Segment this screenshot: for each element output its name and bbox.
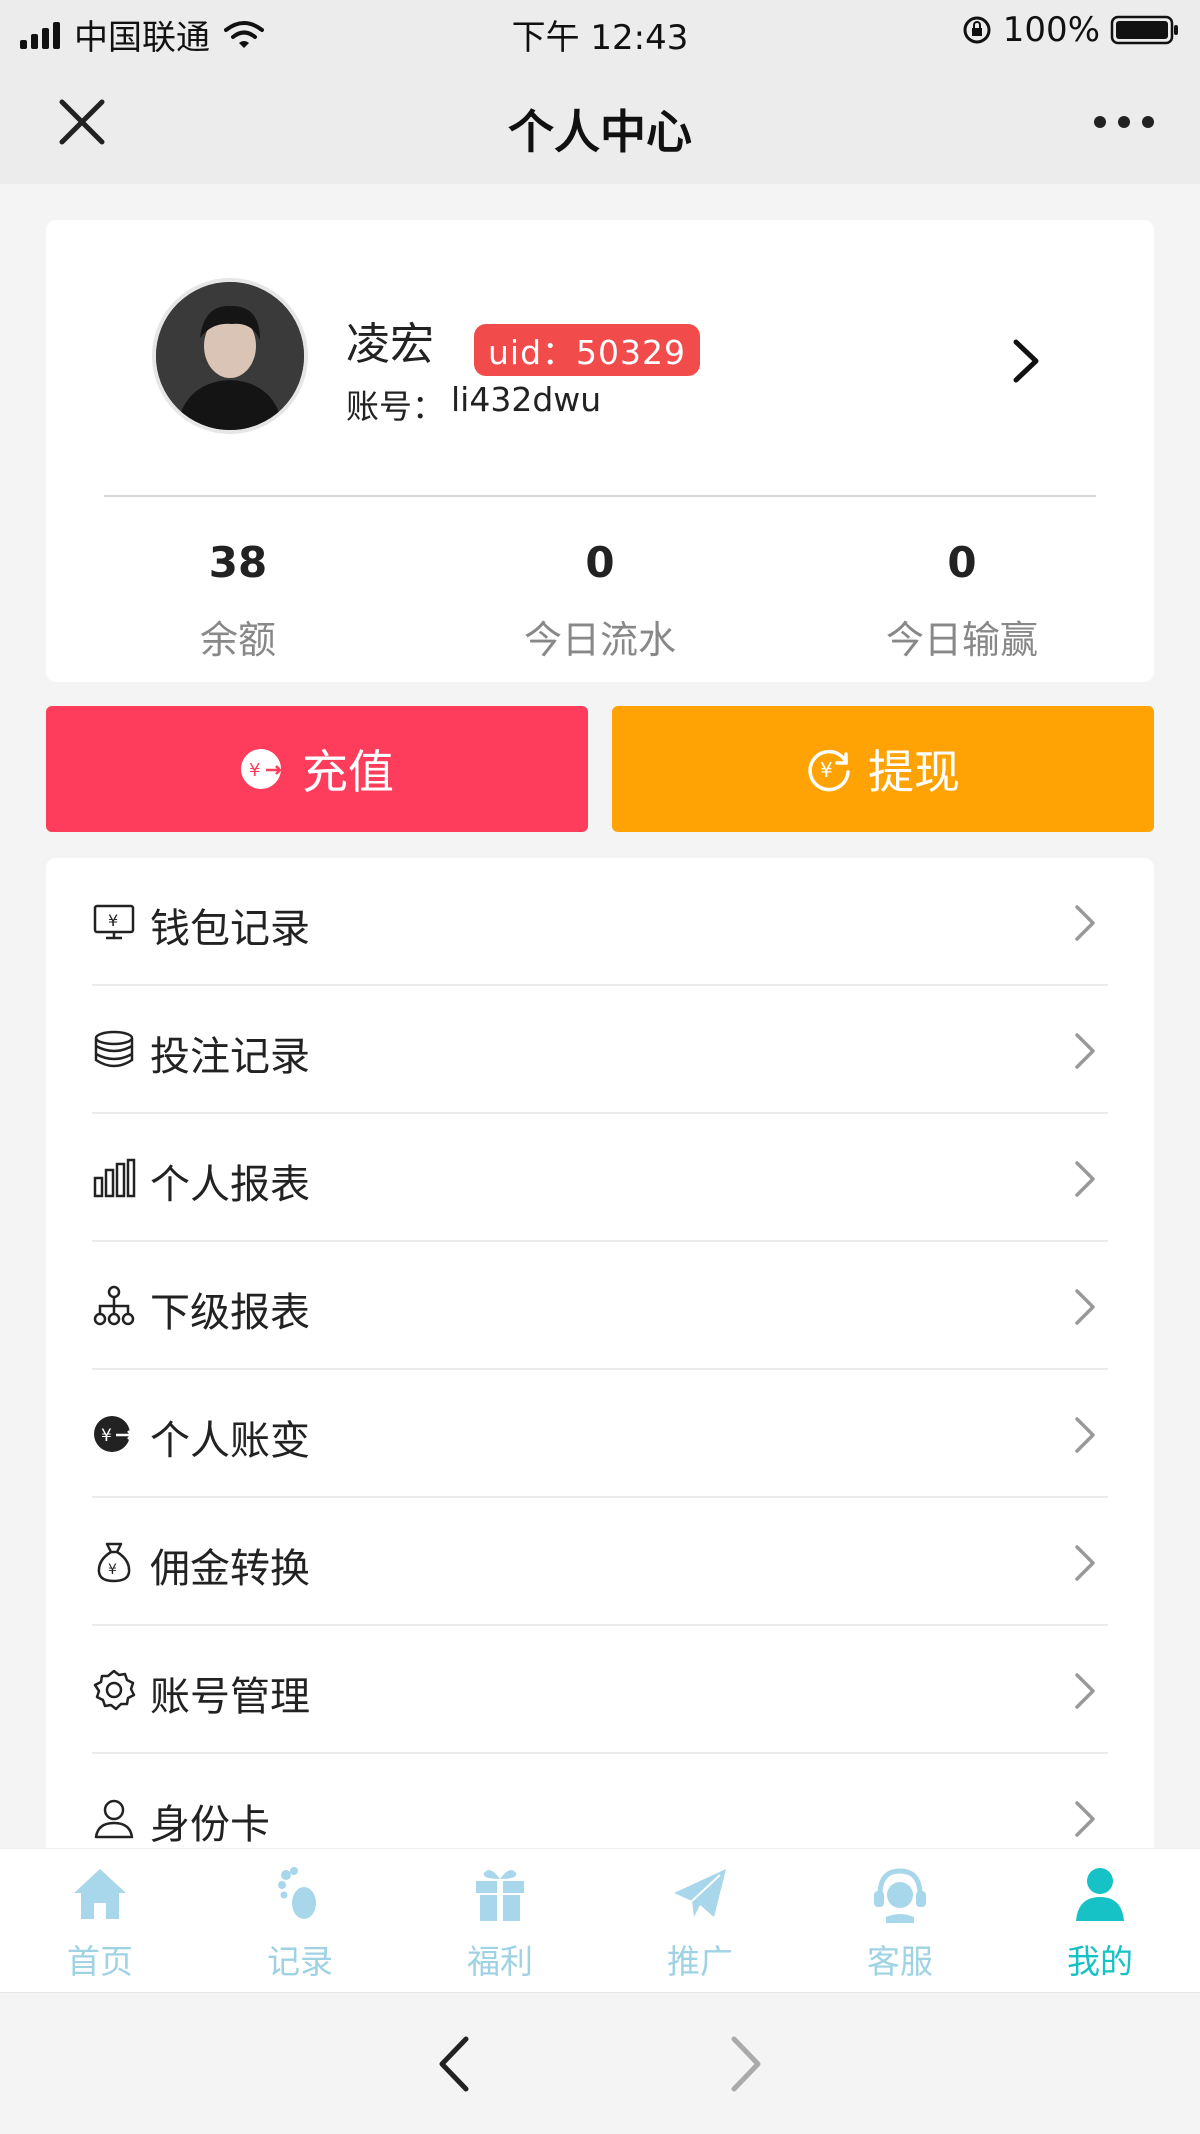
gear-icon bbox=[93, 1669, 136, 1711]
account-label: 账号： bbox=[346, 387, 445, 426]
tab-label: 我的 bbox=[1067, 1942, 1133, 1981]
menu-label: 钱包记录 bbox=[150, 906, 310, 952]
stat-value: 38 bbox=[208, 538, 268, 587]
chevron-right-icon bbox=[1075, 1033, 1095, 1069]
recharge-button[interactable]: ¥ 充值 bbox=[46, 706, 588, 832]
chevron-right-icon bbox=[1075, 905, 1095, 941]
menu-label: 投注记录 bbox=[150, 1034, 310, 1080]
withdraw-button[interactable]: ¥ 提现 bbox=[612, 706, 1154, 832]
chevron-right-icon bbox=[1075, 1417, 1095, 1453]
more-options-icon[interactable] bbox=[1094, 108, 1154, 136]
uid-badge: uid：50329 bbox=[474, 324, 701, 376]
stat-label: 今日流水 bbox=[523, 618, 676, 662]
tab-label: 记录 bbox=[267, 1942, 333, 1981]
svg-text:¥: ¥ bbox=[101, 1426, 112, 1446]
stat-balance[interactable]: 38 余额 bbox=[88, 538, 388, 664]
nav-bar: 个人中心 bbox=[0, 60, 1200, 184]
stat-today-winloss[interactable]: 0 今日输赢 bbox=[812, 538, 1112, 664]
chevron-right-icon bbox=[1075, 1801, 1095, 1837]
menu-label: 下级报表 bbox=[150, 1290, 310, 1336]
bar-chart-icon bbox=[93, 1158, 136, 1198]
yen-coin-icon: ¥ bbox=[94, 1416, 134, 1452]
menu-item-subordinate-report[interactable]: 下级报表 bbox=[46, 1242, 1154, 1370]
coin-stack-icon bbox=[94, 1030, 134, 1068]
menu-label: 个人账变 bbox=[150, 1418, 310, 1464]
menu-item-identity-card[interactable]: 身份卡 bbox=[46, 1754, 1154, 1858]
svg-text:¥: ¥ bbox=[249, 760, 260, 781]
menu-item-personal-report[interactable]: 个人报表 bbox=[46, 1114, 1154, 1242]
account-value: li432dwu bbox=[451, 380, 602, 419]
orientation-lock-icon bbox=[963, 16, 991, 44]
svg-text:¥: ¥ bbox=[108, 911, 118, 930]
svg-text:¥: ¥ bbox=[108, 1562, 117, 1578]
back-arrow-icon[interactable] bbox=[432, 2033, 476, 2095]
recharge-label: 充值 bbox=[302, 745, 394, 799]
gift-icon bbox=[476, 1870, 524, 1921]
status-bar: 中国联通 下午 12:43 100% bbox=[0, 0, 1200, 60]
menu-item-commission-conversion[interactable]: ¥ 佣金转换 bbox=[46, 1498, 1154, 1626]
chevron-right-icon bbox=[1075, 1289, 1095, 1325]
money-bag-icon: ¥ bbox=[97, 1542, 131, 1583]
hierarchy-icon bbox=[93, 1285, 135, 1326]
tab-home[interactable]: 首页 bbox=[0, 1865, 200, 1983]
wallet-monitor-icon: ¥ bbox=[93, 904, 135, 940]
yen-coin-icon: ¥ bbox=[241, 749, 282, 789]
chevron-right-icon bbox=[1075, 1673, 1095, 1709]
account-line: 账号： li432dwu bbox=[346, 380, 601, 428]
menu-item-wallet-record[interactable]: ¥ 钱包记录 bbox=[46, 858, 1154, 986]
avatar[interactable] bbox=[152, 278, 308, 434]
tab-promotion[interactable]: 推广 bbox=[600, 1865, 800, 1983]
user-icon bbox=[94, 1799, 134, 1839]
paper-plane-icon bbox=[674, 1869, 726, 1917]
menu-label: 账号管理 bbox=[150, 1674, 310, 1720]
tab-mine[interactable]: 我的 bbox=[1000, 1865, 1200, 1983]
tab-label: 客服 bbox=[867, 1942, 933, 1981]
footprint-icon bbox=[278, 1867, 316, 1919]
user-icon bbox=[1076, 1868, 1124, 1921]
menu-label: 身份卡 bbox=[150, 1802, 270, 1848]
menu-list: ¥ 钱包记录 投注记录 个人报表 下级报表 ¥ 个人账变 ¥ 佣金转换 账号管理… bbox=[46, 858, 1154, 1858]
stat-value: 0 bbox=[947, 538, 977, 587]
headset-icon bbox=[874, 1868, 926, 1923]
stat-label: 余额 bbox=[199, 618, 276, 662]
tab-records[interactable]: 记录 bbox=[200, 1865, 400, 1983]
chevron-right-icon[interactable] bbox=[1008, 336, 1044, 386]
menu-label: 个人报表 bbox=[150, 1162, 310, 1208]
chevron-right-icon bbox=[1075, 1545, 1095, 1581]
tab-label: 推广 bbox=[667, 1942, 733, 1981]
withdraw-label: 提现 bbox=[868, 745, 960, 799]
user-name: 凌宏 bbox=[346, 319, 434, 370]
tab-label: 福利 bbox=[467, 1942, 533, 1981]
page-title: 个人中心 bbox=[508, 105, 692, 159]
stat-value: 0 bbox=[585, 538, 615, 587]
menu-item-account-change[interactable]: ¥ 个人账变 bbox=[46, 1370, 1154, 1498]
battery-icon bbox=[1110, 15, 1178, 45]
tab-label: 首页 bbox=[67, 1942, 133, 1981]
divider bbox=[104, 495, 1096, 497]
stat-label: 今日输赢 bbox=[885, 618, 1038, 662]
menu-item-bet-record[interactable]: 投注记录 bbox=[46, 986, 1154, 1114]
battery-percent: 100% bbox=[1002, 10, 1100, 50]
svg-text:¥: ¥ bbox=[820, 758, 833, 782]
stat-today-turnover[interactable]: 0 今日流水 bbox=[450, 538, 750, 664]
tab-customer-service[interactable]: 客服 bbox=[800, 1865, 1000, 1983]
browser-toolbar bbox=[0, 1992, 1200, 2134]
menu-item-account-management[interactable]: 账号管理 bbox=[46, 1626, 1154, 1754]
chevron-right-icon bbox=[1075, 1161, 1095, 1197]
profile-card: 凌宏 uid：50329 账号： li432dwu 38 余额 0 今日流水 0… bbox=[46, 220, 1154, 682]
menu-label: 佣金转换 bbox=[150, 1546, 310, 1592]
tab-welfare[interactable]: 福利 bbox=[400, 1865, 600, 1983]
forward-arrow-icon[interactable] bbox=[724, 2033, 768, 2095]
yen-refresh-icon: ¥ bbox=[808, 749, 850, 792]
bottom-tab-bar: 首页 记录 福利 推广 客服 我的 bbox=[0, 1848, 1200, 1992]
home-icon bbox=[74, 1869, 126, 1919]
